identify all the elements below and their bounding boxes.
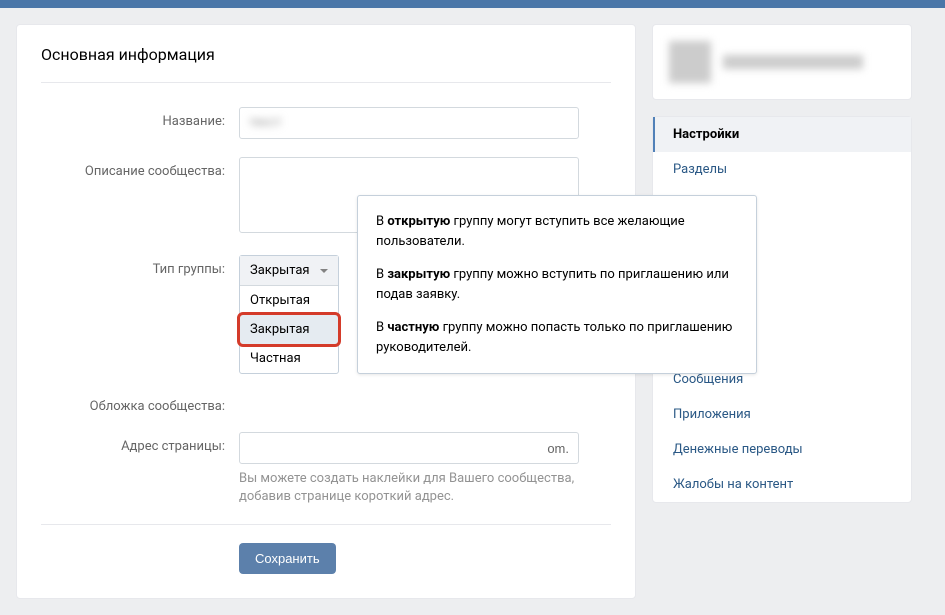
- group-type-select[interactable]: Закрытая Открытая Закрытая Частная: [239, 255, 339, 374]
- nav-reports[interactable]: Жалобы на контент: [653, 467, 911, 502]
- option-private[interactable]: Частная: [240, 344, 338, 373]
- select-current[interactable]: Закрытая: [240, 256, 338, 286]
- type-tooltip: В открытую группу могут вступить все жел…: [357, 195, 757, 374]
- select-current-label: Закрытая: [250, 263, 310, 278]
- caret-down-icon: [320, 269, 328, 273]
- row-address: Адрес страницы: Вы можете создать наклей…: [41, 432, 611, 506]
- tooltip-line-closed: В закрытую группу можно вступить по приг…: [376, 265, 738, 304]
- option-closed[interactable]: Закрытая: [240, 315, 338, 344]
- nav-settings[interactable]: Настройки: [653, 117, 911, 152]
- row-cover: Обложка сообщества:: [41, 392, 611, 414]
- option-open[interactable]: Открытая: [240, 286, 338, 315]
- nav-apps[interactable]: Приложения: [653, 397, 911, 432]
- main-panel: Основная информация Название: текст Опис…: [16, 24, 636, 599]
- community-card: [652, 24, 912, 100]
- nav-sections[interactable]: Разделы: [653, 152, 911, 187]
- cover-label: Обложка сообщества:: [41, 392, 239, 414]
- community-header: [653, 25, 911, 99]
- save-button[interactable]: Сохранить: [239, 543, 336, 574]
- nav-money[interactable]: Денежные переводы: [653, 432, 911, 467]
- address-hint: Вы можете создать наклейки для Вашего со…: [239, 470, 579, 506]
- page-title: Основная информация: [41, 45, 611, 83]
- divider: [41, 524, 611, 525]
- top-bar: [0, 0, 945, 8]
- tooltip-line-private: В частную группу можно попасть только по…: [376, 318, 738, 357]
- name-input[interactable]: [239, 107, 579, 139]
- community-name-blur: [723, 55, 863, 69]
- address-label: Адрес страницы:: [41, 432, 239, 454]
- avatar: [669, 41, 711, 83]
- address-input[interactable]: [239, 432, 579, 464]
- type-label: Тип группы:: [41, 255, 239, 277]
- name-label: Название:: [41, 107, 239, 129]
- row-name: Название: текст: [41, 107, 611, 139]
- tooltip-line-open: В открытую группу могут вступить все жел…: [376, 212, 738, 251]
- desc-label: Описание сообщества:: [41, 157, 239, 179]
